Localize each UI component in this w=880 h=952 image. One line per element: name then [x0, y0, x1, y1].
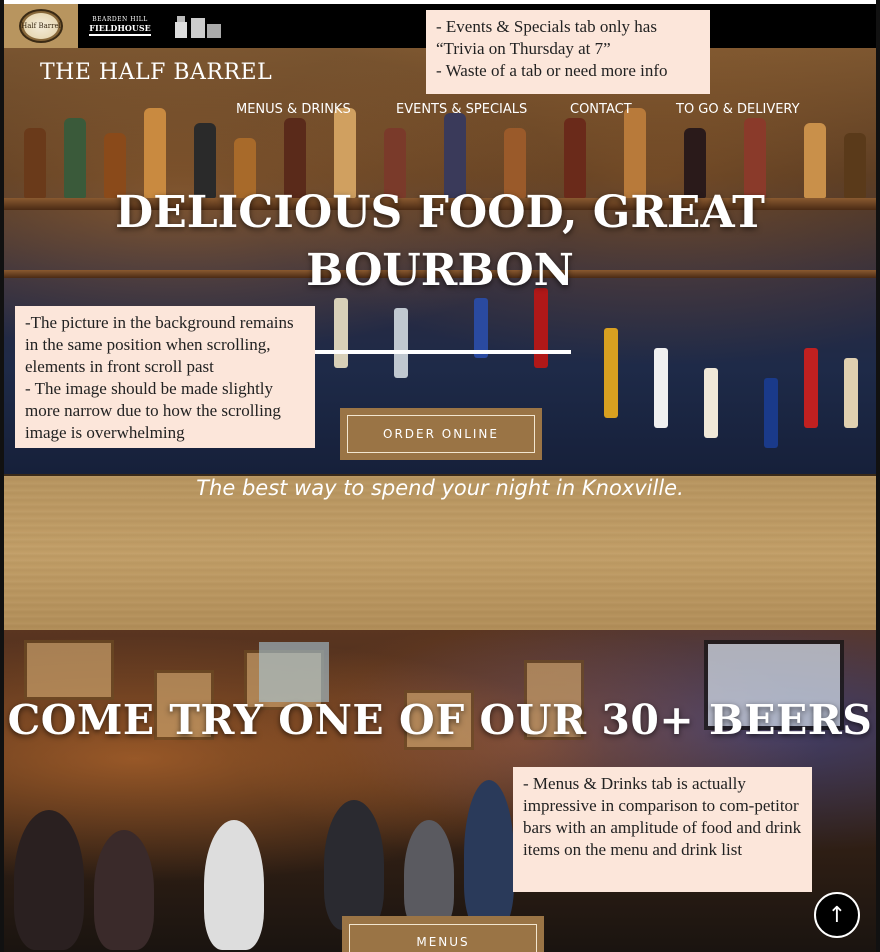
annotation-note-menus-text: - Menus & Drinks tab is actually impress… — [523, 774, 802, 859]
menus-button-label: MENUS — [349, 924, 537, 952]
annotation-note-events-text: - Events & Specials tab only has “Trivia… — [436, 17, 668, 80]
fieldhouse-logo-title: FIELDHOUSE — [89, 23, 151, 36]
nav-menus-drinks[interactable]: MENUS & DRINKS — [236, 102, 351, 117]
frame-edge-left — [0, 0, 4, 952]
arrow-up-icon: ↑ — [827, 902, 847, 928]
beers-title: COME TRY ONE OF OUR 30+ BEERS — [7, 696, 873, 744]
order-online-button[interactable]: ORDER ONLINE — [340, 408, 542, 460]
fieldhouse-logo[interactable]: BEARDEN HILL FIELDHOUSE — [89, 6, 151, 46]
menus-button[interactable]: MENUS — [342, 916, 544, 952]
annotation-note-events: - Events & Specials tab only has “Trivia… — [426, 10, 710, 94]
tagline: The best way to spend your night in Knox… — [196, 476, 684, 500]
barrel-logo-icon: Half Barrel — [19, 9, 63, 43]
frame-edge-right — [876, 0, 880, 952]
scroll-to-top-button[interactable]: ↑ — [814, 892, 860, 938]
nav-contact[interactable]: CONTACT — [570, 102, 632, 117]
annotation-note-menus: - Menus & Drinks tab is actually impress… — [513, 767, 812, 892]
building-logo[interactable] — [170, 6, 226, 46]
brand-title[interactable]: THE HALF BARREL — [40, 60, 272, 85]
half-barrel-logo-text: Half Barrel — [21, 22, 61, 30]
order-online-label: ORDER ONLINE — [347, 415, 535, 453]
hero-title: DELICIOUS FOOD, GREAT BOURBON — [115, 187, 765, 296]
nav-events-specials[interactable]: EVENTS & SPECIALS — [396, 102, 527, 117]
annotation-note-background: -The picture in the background remains i… — [15, 306, 315, 448]
fieldhouse-logo-subtitle: BEARDEN HILL — [92, 16, 148, 23]
annotation-note-background-text: -The picture in the background remains i… — [25, 313, 294, 442]
building-icon — [173, 12, 223, 40]
nav-to-go-delivery[interactable]: TO GO & DELIVERY — [676, 102, 800, 117]
half-barrel-logo[interactable]: Half Barrel — [4, 4, 78, 48]
hero-divider — [314, 350, 571, 354]
